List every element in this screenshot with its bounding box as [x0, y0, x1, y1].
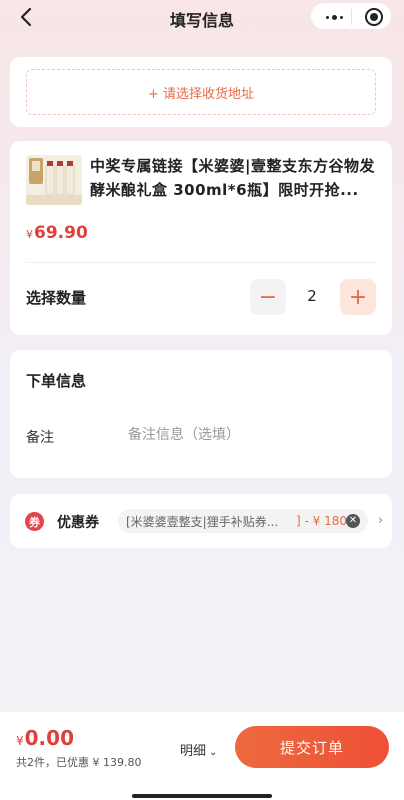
checkout-bar: ¥0.00 共2件，已优惠 ¥ 139.80 明细 ⌄ 提交订单 — [0, 712, 404, 800]
quantity-minus-button[interactable]: − — [250, 279, 286, 315]
total-value: 0.00 — [24, 726, 74, 750]
remark-label: 备注 — [26, 430, 54, 446]
target-circle-icon[interactable] — [365, 8, 383, 26]
total-price: ¥0.00 — [16, 726, 74, 750]
more-dots-icon[interactable] — [321, 7, 347, 27]
capsule-divider — [351, 9, 352, 25]
quantity-label: 选择数量 — [26, 289, 87, 307]
order-info-title: 下单信息 — [26, 372, 87, 390]
detail-label: 明细 — [180, 744, 207, 759]
submit-order-button[interactable]: 提交订单 — [235, 726, 389, 768]
order-info-card: 下单信息 备注 — [10, 350, 392, 478]
coupon-icon: 券 — [25, 512, 44, 531]
quantity-value[interactable]: 2 — [292, 287, 332, 305]
price-value: 69.90 — [34, 223, 88, 243]
product-card: 中奖专属链接【米婆婆|壹整支东方谷物发酵米酿礼盒 300ml*6瓶】限时开抢..… — [10, 141, 392, 335]
selected-coupon-tag[interactable]: [米婆婆壹整支|狸手补贴券... ] - ¥ 180 ✕ — [118, 509, 368, 533]
nav-header: 填写信息 — [0, 0, 404, 34]
clear-x-icon[interactable]: ✕ — [346, 514, 360, 528]
product-title: 中奖专属链接【米婆婆|壹整支东方谷物发酵米酿礼盒 300ml*6瓶】限时开抢..… — [90, 157, 375, 199]
divider — [26, 262, 376, 263]
quantity-plus-button[interactable]: + — [340, 279, 376, 315]
total-currency: ¥ — [16, 734, 24, 748]
address-card: + 请选择收货地址 — [10, 57, 392, 127]
order-summary: 共2件，已优惠 ¥ 139.80 — [16, 756, 142, 769]
coupon-label: 优惠券 — [57, 515, 99, 531]
select-address-button[interactable]: + 请选择收货地址 — [26, 69, 376, 115]
detail-button[interactable]: 明细 ⌄ — [180, 740, 217, 759]
chevron-down-icon: ⌄ — [209, 747, 218, 758]
price-currency: ¥ — [26, 228, 33, 241]
home-indicator — [132, 794, 272, 798]
coupon-name: [米婆婆壹整支|狸手补贴券... — [126, 514, 279, 529]
remark-input[interactable] — [128, 424, 368, 446]
product-image — [26, 155, 82, 205]
product-price: ¥69.90 — [26, 223, 88, 243]
mini-program-capsule — [310, 2, 392, 30]
chevron-right-icon[interactable]: › — [378, 513, 383, 528]
coupon-discount: ] - ¥ 180 — [296, 514, 347, 528]
coupon-card[interactable]: 券 优惠券 [米婆婆壹整支|狸手补贴券... ] - ¥ 180 ✕ › — [10, 494, 392, 548]
